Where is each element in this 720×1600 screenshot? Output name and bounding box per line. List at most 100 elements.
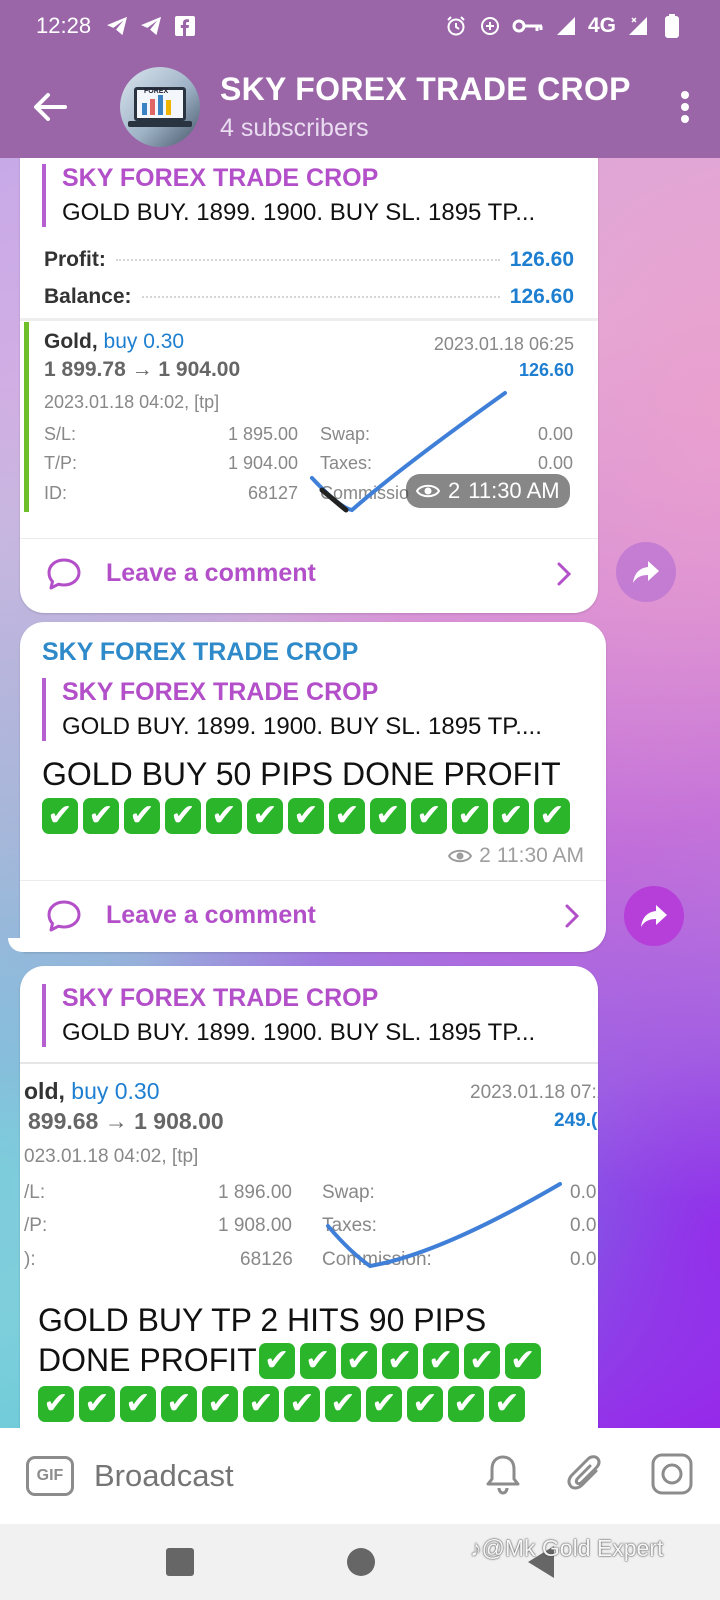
back-button[interactable] xyxy=(0,57,100,157)
swap-value: 0.00 xyxy=(538,424,574,444)
trade-prices: 1 899.78 → 1 904.00 xyxy=(44,358,241,381)
checkmark-emoji-row: ✔ ✔ ✔ ✔ ✔ ✔ ✔ ✔ ✔ ✔ ✔ ✔ ✔ xyxy=(42,798,570,834)
channel-avatar[interactable]: FOREX xyxy=(120,67,200,147)
comment-icon xyxy=(47,900,81,931)
more-menu-button[interactable] xyxy=(650,57,720,157)
comment-label: Leave a comment xyxy=(106,901,316,929)
reply-preview[interactable]: SKY FOREX TRADE CROP GOLD BUY. 1899. 190… xyxy=(42,678,590,741)
leave-comment-button[interactable]: Leave a comment xyxy=(20,880,606,950)
checkmark-emoji-row: ✔ ✔ ✔ ✔ ✔ ✔ ✔ xyxy=(258,1342,541,1379)
battery-icon xyxy=(660,14,684,38)
facebook-icon xyxy=(173,14,197,38)
status-bar: 12:28 4G xyxy=(0,0,720,52)
comment-label: Leave a comment xyxy=(106,559,316,587)
share-button[interactable] xyxy=(616,542,676,602)
leave-comment-button[interactable]: Leave a comment xyxy=(20,538,598,608)
alarm-icon xyxy=(444,14,468,38)
trade-close-time: 2023.01.18 07:2 xyxy=(470,1082,598,1103)
sl-value: 1 895.00 xyxy=(228,424,299,444)
message-text: GOLD BUY 50 PIPS DONE PROFIT xyxy=(42,756,561,792)
check-mark-emoji: ✔ xyxy=(452,798,488,834)
sl-label: /L: xyxy=(24,1182,46,1203)
reply-preview[interactable]: SKY FOREX TRADE CROP GOLD BUY. 1899. 190… xyxy=(42,984,582,1047)
status-time: 12:28 xyxy=(36,13,92,38)
message-bubble[interactable]: SKY FOREX TRADE CROP SKY FOREX TRADE CRO… xyxy=(20,622,606,952)
trade-screenshot[interactable]: Profit: 126.60 Balance: 126.60 Gold, buy… xyxy=(20,238,598,538)
notification-toggle-button[interactable] xyxy=(484,1453,522,1500)
chevron-right-icon xyxy=(557,562,572,585)
check-mark-emoji: ✔ xyxy=(42,798,78,834)
check-mark-emoji: ✔ xyxy=(206,798,242,834)
trade-prices: 899.68 → 1 908.00 xyxy=(28,1108,224,1134)
checkmark-emoji-row: ✔ ✔ ✔ ✔ ✔ ✔ ✔ ✔ ✔ ✔ ✔ ✔ xyxy=(38,1386,525,1422)
trade-symbol: Gold, xyxy=(44,330,98,353)
id-label: ): xyxy=(24,1249,36,1270)
share-button[interactable] xyxy=(624,886,684,946)
id-value: 68127 xyxy=(248,483,299,503)
trade-symbol-row: old, buy 0.30 xyxy=(24,1078,160,1105)
eye-icon xyxy=(416,484,440,498)
check-mark-emoji: ✔ xyxy=(534,798,570,834)
message-meta: 2 11:30 AM xyxy=(447,844,584,868)
reply-author: SKY FOREX TRADE CROP xyxy=(62,984,379,1012)
reply-text: GOLD BUY. 1899. 1900. BUY SL. 1895 TP... xyxy=(62,199,536,226)
trade-screenshot[interactable]: old, buy 0.30 2023.01.18 07:2 899.68 → 1… xyxy=(20,1064,598,1299)
gif-button[interactable]: GIF xyxy=(26,1456,74,1496)
view-time-pill: 2 11:30 AM xyxy=(406,474,570,508)
check-mark-emoji: ✔ xyxy=(325,1386,361,1422)
vpn-key-icon xyxy=(512,14,544,38)
reply-text: GOLD BUY. 1899. 1900. BUY SL. 1895 TP... xyxy=(62,1019,536,1046)
message-time: 11:30 AM xyxy=(468,478,560,503)
channel-header: FOREX SKY FOREX TRADE CROP 4 subscribers xyxy=(0,56,720,158)
paperclip-icon xyxy=(567,1454,601,1489)
reply-text: GOLD BUY. 1899. 1900. BUY SL. 1895 TP...… xyxy=(62,713,542,740)
taxes-value: 0.00 xyxy=(538,453,574,473)
signal-icon xyxy=(554,14,578,38)
reply-author: SKY FOREX TRADE CROP xyxy=(62,678,379,706)
tp-label: /P: xyxy=(24,1215,48,1236)
id-label: ID: xyxy=(44,483,68,503)
chevron-right-icon xyxy=(565,904,580,927)
more-vert-icon xyxy=(681,91,689,123)
message-bubble[interactable]: SKY FOREX TRADE CROP GOLD BUY. 1899. 190… xyxy=(20,966,598,1428)
reply-preview[interactable]: SKY FOREX TRADE CROP GOLD BUY. 1899. 190… xyxy=(42,164,582,227)
watermark: ♪@Mk Gold Expert xyxy=(470,1535,663,1562)
check-mark-emoji: ✔ xyxy=(489,1386,525,1422)
check-mark-emoji: ✔ xyxy=(79,1386,115,1422)
network-type: 4G xyxy=(587,14,616,37)
trade-open-time: 2023.01.18 04:02, [tp] xyxy=(44,392,220,412)
check-mark-emoji: ✔ xyxy=(83,798,119,834)
message-bubble[interactable]: SKY FOREX TRADE CROP GOLD BUY. 1899. 190… xyxy=(20,158,598,613)
trade-open-time: 023.01.18 04:02, [tp] xyxy=(24,1146,199,1167)
message-text-line2: DONE PROFIT xyxy=(38,1342,257,1378)
comment-icon xyxy=(47,558,81,589)
balance-row: Balance: 126.60 xyxy=(44,285,574,309)
check-mark-emoji: ✔ xyxy=(243,1386,279,1422)
forward-icon xyxy=(633,561,659,583)
message-composer: GIF xyxy=(0,1428,720,1524)
camera-icon xyxy=(651,1453,693,1494)
check-mark-emoji: ✔ xyxy=(493,798,529,834)
sl-label: S/L: xyxy=(44,424,77,444)
attach-button[interactable] xyxy=(566,1453,606,1500)
recents-button[interactable] xyxy=(166,1548,195,1576)
reply-author: SKY FOREX TRADE CROP xyxy=(62,164,379,192)
data-saver-icon xyxy=(478,14,502,38)
chat-area[interactable]: SKY FOREX TRADE CROP GOLD BUY. 1899. 190… xyxy=(0,158,720,1428)
check-mark-emoji: ✔ xyxy=(329,798,365,834)
watermark-text: @Mk Gold Expert xyxy=(481,1535,664,1561)
tp-label: T/P: xyxy=(44,453,78,473)
tp-value: 1 908.00 xyxy=(218,1215,292,1236)
camera-button[interactable] xyxy=(650,1452,694,1501)
channel-info[interactable]: SKY FOREX TRADE CROP 4 subscribers xyxy=(220,71,631,143)
arrow-left-icon xyxy=(34,93,67,121)
check-mark-emoji: ✔ xyxy=(284,1386,320,1422)
check-mark-emoji: ✔ xyxy=(165,798,201,834)
broadcast-input[interactable] xyxy=(94,1458,434,1494)
bell-icon xyxy=(486,1455,520,1495)
profit-label: Profit: xyxy=(44,248,106,271)
view-count: 2 xyxy=(479,844,491,867)
check-mark-emoji: ✔ xyxy=(340,1342,377,1379)
view-count: 2 xyxy=(448,478,461,503)
home-button[interactable] xyxy=(346,1548,375,1576)
